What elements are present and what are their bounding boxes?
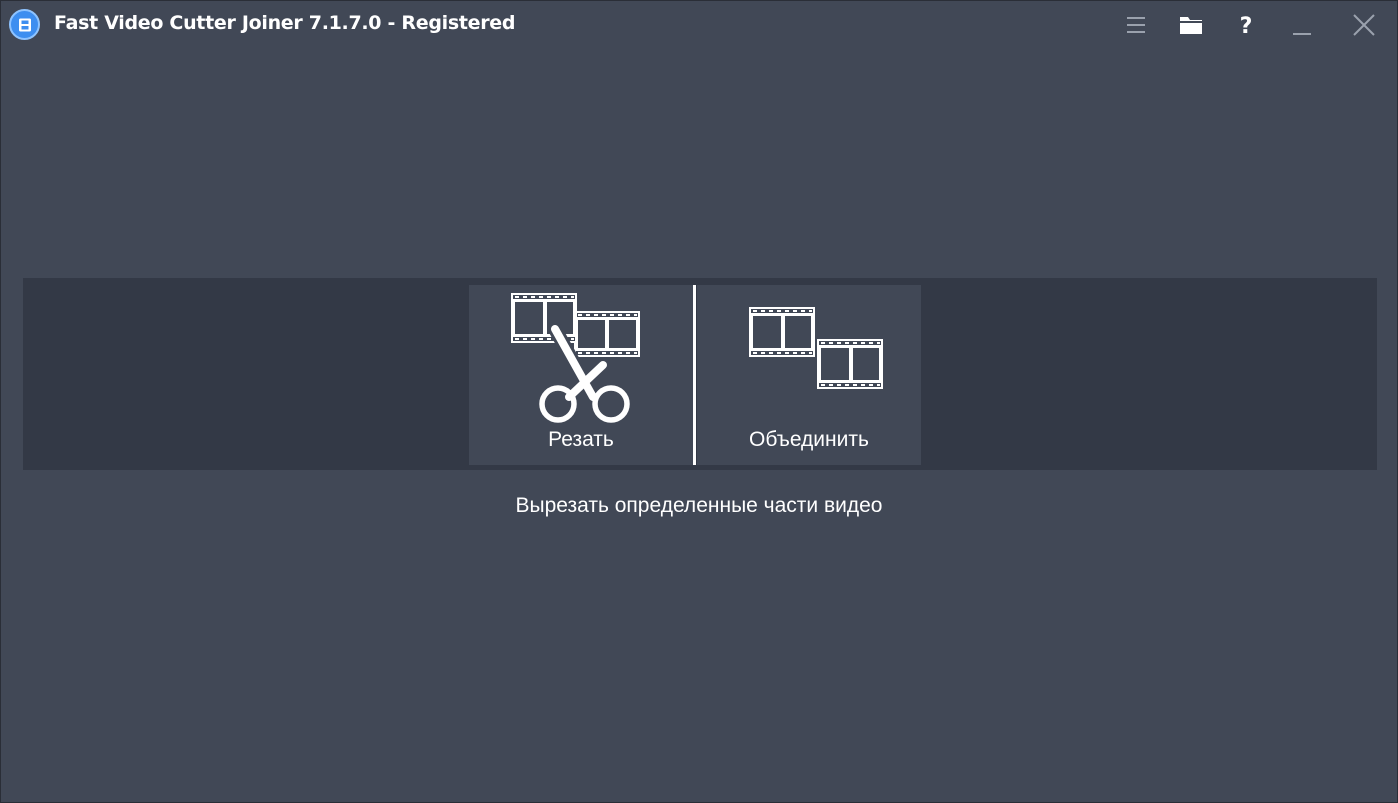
help-button[interactable]: ? [1229,8,1263,42]
close-icon [1353,14,1375,36]
scissors-film-icon [511,293,640,423]
title-bar[interactable]: Fast Video Cutter Joiner 7.1.7.0 - Regis… [1,1,1397,49]
help-glyph: ? [1240,14,1253,39]
question-mark-icon: ? [1240,14,1253,39]
open-folder-button[interactable] [1174,8,1208,42]
app-window: Fast Video Cutter Joiner 7.1.7.0 - Regis… [0,0,1398,803]
close-button[interactable] [1347,8,1381,42]
join-mode-button[interactable]: Объединить [697,285,921,465]
mode-description: Вырезать определенные части видео [515,494,883,517]
join-film-icon [749,307,883,389]
mode-selector: Резать Объединить [23,278,1377,470]
hamburger-menu-icon [1127,17,1145,33]
menu-button[interactable] [1119,8,1153,42]
join-mode-label: Объединить [749,428,869,451]
minimize-icon [1293,33,1311,35]
mode-divider [693,285,696,465]
film-strip-icon [9,9,40,40]
cut-mode-button[interactable]: Резать [469,285,693,465]
cut-mode-label: Резать [548,428,614,451]
minimize-button[interactable] [1285,8,1319,42]
folder-icon [1180,17,1202,34]
window-title: Fast Video Cutter Joiner 7.1.7.0 - Regis… [54,12,516,34]
